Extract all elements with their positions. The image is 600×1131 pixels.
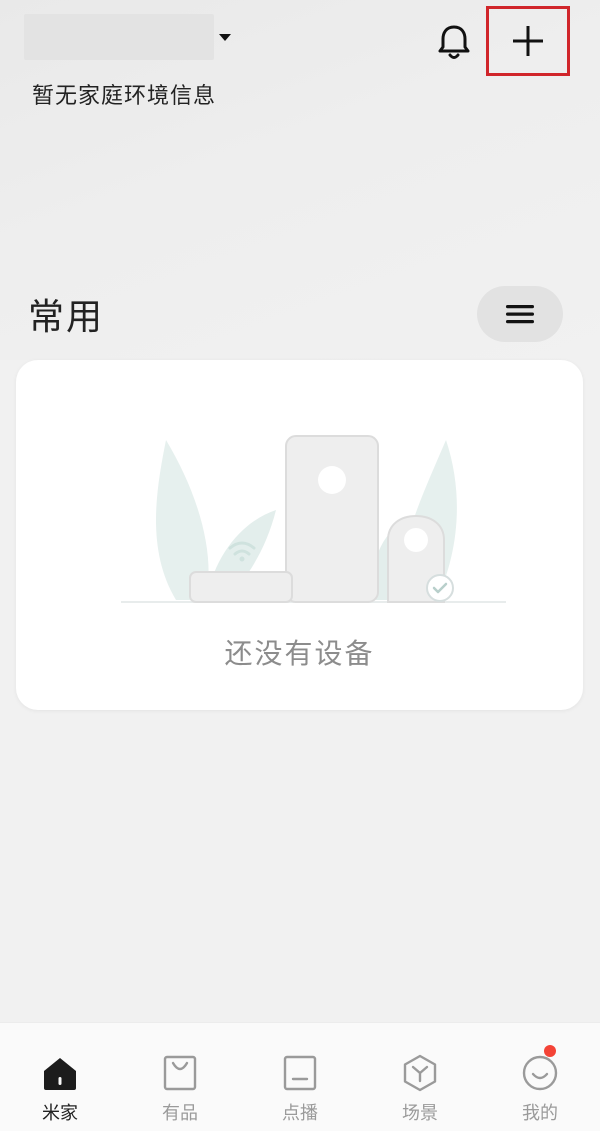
tab-youpin[interactable]: 有品 [120, 1023, 240, 1131]
tab-label: 我的 [522, 1103, 558, 1124]
notification-badge [544, 1045, 556, 1057]
tab-label: 米家 [42, 1103, 78, 1124]
home-icon [44, 1058, 76, 1090]
empty-devices-illustration [121, 435, 506, 603]
smiley-icon [522, 1055, 558, 1091]
tab-label: 点播 [282, 1103, 318, 1124]
tab-profile[interactable]: 我的 [480, 1023, 600, 1131]
tab-label: 场景 [402, 1103, 438, 1124]
tab-mijia[interactable]: 米家 [0, 1023, 120, 1131]
tab-label: 有品 [162, 1103, 198, 1124]
bell-icon[interactable] [436, 22, 472, 62]
home-selector[interactable] [24, 14, 214, 60]
tab-scene[interactable]: 场景 [360, 1023, 480, 1131]
empty-devices-card: 还没有设备 [16, 360, 583, 710]
hamburger-icon [506, 305, 534, 324]
plus-icon [513, 26, 543, 56]
environment-info-text: 暂无家庭环境信息 [32, 84, 217, 109]
menu-button[interactable] [477, 286, 563, 342]
tab-dianbo[interactable]: 点播 [240, 1023, 360, 1131]
chevron-down-icon[interactable] [219, 34, 231, 41]
section-title: 常用 [28, 297, 105, 338]
bottom-tab-bar: 米家 有品 点播 场景 我的 [0, 1022, 600, 1131]
empty-devices-message: 还没有设备 [224, 637, 375, 670]
add-device-button[interactable] [486, 6, 570, 76]
shopping-bag-icon [163, 1055, 197, 1091]
scene-cube-icon [403, 1054, 437, 1092]
tv-icon [283, 1055, 317, 1091]
